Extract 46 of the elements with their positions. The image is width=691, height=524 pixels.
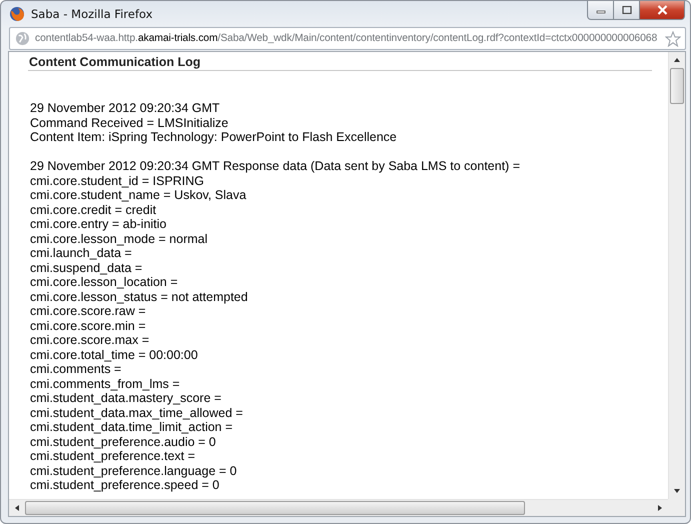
log-line: cmi.core.student_id = ISPRING bbox=[30, 174, 206, 188]
log-line: cmi.core.entry = ab-initio bbox=[30, 217, 168, 232]
log-line: cmi.student_preference.language = 0 bbox=[30, 464, 238, 478]
log-line: cmi.student_data.max_time_allowed = bbox=[30, 406, 244, 420]
vertical-scrollbar[interactable] bbox=[668, 52, 685, 499]
log-line: cmi.student_preference.speed = 0 bbox=[30, 478, 220, 492]
window-title: Saba - Mozilla Firefox bbox=[31, 7, 154, 21]
log-line: cmi.core.score.max = bbox=[30, 333, 150, 348]
log-line: cmi.suspend_data = bbox=[30, 260, 144, 275]
scroll-thumb[interactable] bbox=[670, 68, 684, 104]
log-line: cmi.core.lesson_mode = normal bbox=[30, 232, 209, 246]
address-field[interactable]: contentlab54-waa.http.akamai-trials.com/Saba/Web_wdk/Main/content/contentinventory/contentLog.rdf?contextId=ctctx000000000006068 bbox=[9, 27, 686, 50]
star-icon[interactable] bbox=[665, 30, 681, 46]
browser-logo-icon bbox=[9, 6, 25, 22]
scroll-left-icon[interactable] bbox=[13, 504, 21, 512]
minimize-button[interactable] bbox=[587, 1, 614, 20]
close-button[interactable] bbox=[639, 1, 685, 20]
scroll-right-icon[interactable] bbox=[656, 504, 664, 512]
log-line: cmi.student_data.time_limit_action = bbox=[30, 420, 234, 434]
log-line: 29 November 2012 09:20:34 GMT bbox=[30, 101, 221, 116]
maximize-icon bbox=[622, 6, 632, 14]
log-line: cmi.core.score.min = bbox=[30, 318, 147, 333]
log-line: cmi.core.student_name = Uskov, Slava bbox=[30, 188, 248, 202]
close-icon bbox=[656, 5, 668, 15]
log-line: cmi.core.lesson_status = not attempted bbox=[30, 290, 249, 304]
log-line: cmi.comments_from_lms = bbox=[30, 376, 181, 391]
log-line: cmi.comments = bbox=[30, 362, 122, 376]
horizontal-scrollbar[interactable] bbox=[9, 499, 668, 516]
log-line: cmi.student_data.mastery_score = bbox=[30, 391, 222, 406]
log-line: cmi.core.credit = credit bbox=[30, 202, 158, 217]
url-text: contentlab54-waa.http.akamai-trials.com/Saba/Web_wdk/Main/content/contentinventory/contentLog.rdf?contextId=ctctx000000000006068 bbox=[35, 33, 658, 44]
log-line: cmi.student_preference.audio = 0 bbox=[30, 434, 217, 449]
scroll-up-icon[interactable] bbox=[673, 56, 681, 64]
scroll-down-icon[interactable] bbox=[673, 487, 681, 495]
log-line: 29 November 2012 09:20:34 GMT Response data (Data sent by Saba LMS to content) = bbox=[30, 159, 521, 174]
log-line: Command Received = LMSInitialize bbox=[30, 116, 230, 130]
scroll-thumb[interactable] bbox=[25, 501, 525, 515]
log-line: cmi.launch_data = bbox=[30, 246, 133, 260]
log-line: cmi.student_preference.text = bbox=[30, 449, 196, 464]
log-line: cmi.core.total_time = 00:00:00 bbox=[30, 348, 199, 362]
page-heading: Content Communication Log bbox=[28, 53, 652, 71]
log-line: Content Item: iSpring Technology: PowerPoint to Flash Excellence bbox=[30, 130, 398, 144]
globe-icon bbox=[15, 31, 30, 46]
log-line: cmi.core.lesson_location = bbox=[30, 275, 179, 290]
maximize-button[interactable] bbox=[613, 1, 640, 20]
log-line: cmi.core.score.raw = bbox=[30, 304, 147, 318]
